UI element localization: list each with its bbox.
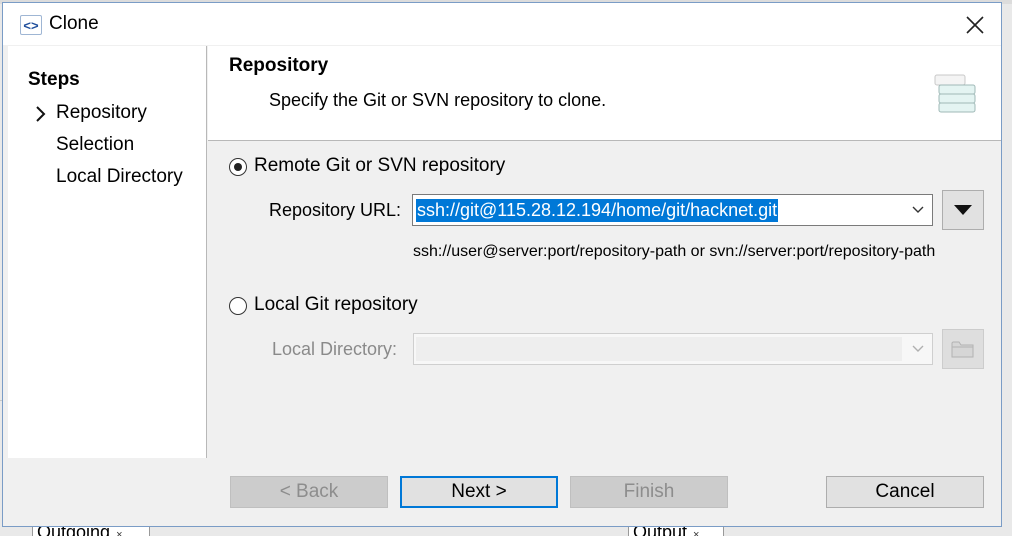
finish-button[interactable]: Finish [570,476,728,508]
close-button[interactable] [961,11,989,39]
cancel-button[interactable]: Cancel [826,476,984,508]
local-directory-combo[interactable] [413,333,933,365]
browse-folder-button[interactable] [942,329,984,369]
close-icon [966,16,984,34]
repository-stack-icon [934,74,976,113]
remote-repository-label[interactable]: Remote Git or SVN repository [254,155,505,177]
caret-down-icon [954,205,972,215]
step-repository: Repository [56,102,147,123]
page-description: Specify the Git or SVN repository to clo… [269,90,607,110]
step-local-directory: Local Directory [56,166,183,187]
chevron-down-icon [912,345,924,352]
eclipse-clone-icon: <> [20,15,42,35]
steps-title: Steps [28,69,80,90]
local-repository-label[interactable]: Local Git repository [254,294,418,316]
repository-url-combo[interactable]: ssh://git@115.28.12.194/home/git/hacknet… [412,194,933,226]
repository-url-label: Repository URL: [269,200,402,220]
step-selection: Selection [56,134,135,155]
repository-history-button[interactable] [942,190,984,230]
remote-repository-radio[interactable] [229,158,247,176]
repository-url-hint: ssh://user@server:port/repository-path o… [413,243,936,260]
next-button[interactable]: Next > [400,476,558,508]
current-step-chevron-icon [36,106,46,122]
local-directory-label: Local Directory: [272,339,398,359]
wizard-header: Repository Specify the Git or SVN reposi… [208,46,1001,141]
chevron-down-icon[interactable] [912,206,924,214]
title-bar: <> Clone [3,3,1001,45]
page-title: Repository [229,55,329,76]
local-directory-value [416,337,902,361]
local-repository-radio[interactable] [229,297,247,315]
folder-icon [951,341,974,358]
window-title: Clone [49,13,99,34]
steps-panel: Steps Repository Selection Local Directo… [8,46,207,458]
back-button[interactable]: < Back [230,476,388,508]
clone-dialog: <> Clone Steps Repository Selection Loca… [2,2,1002,527]
repository-url-value[interactable]: ssh://git@115.28.12.194/home/git/hacknet… [416,199,779,222]
